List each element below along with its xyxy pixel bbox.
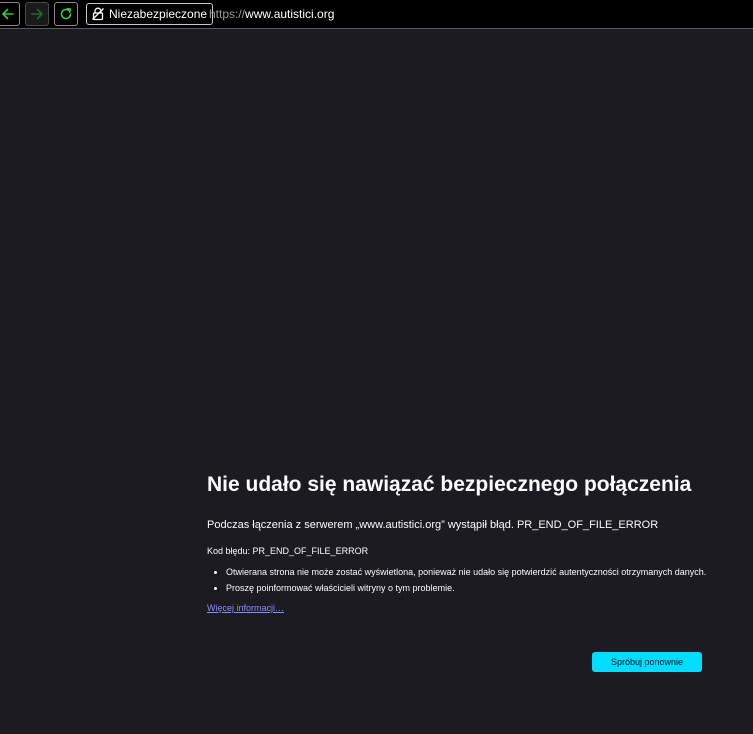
reload-icon xyxy=(59,7,73,21)
list-item: Proszę poinformować właścicieli witryny … xyxy=(226,582,707,594)
try-again-button[interactable]: Spróbuj ponownie xyxy=(592,652,702,672)
url-scheme: https:// xyxy=(209,7,246,21)
url-host: www.autistici.org xyxy=(245,7,335,21)
browser-toolbar: Niezabezpieczone https://www.autistici.o… xyxy=(0,0,753,29)
security-label: Niezabezpieczone xyxy=(109,7,208,21)
list-item: Otwierana strona nie może zostać wyświet… xyxy=(226,566,707,578)
error-title: Nie udało się nawiązać bezpiecznego połą… xyxy=(207,473,692,496)
learn-more-link[interactable]: Więcej informacji… xyxy=(207,602,284,614)
reload-button[interactable] xyxy=(54,2,78,26)
security-indicator[interactable]: Niezabezpieczone xyxy=(86,3,214,25)
error-description: Podczas łączenia z serwerem „www.autisti… xyxy=(207,519,659,531)
error-code: Kod błędu: PR_END_OF_FILE_ERROR xyxy=(207,546,369,556)
back-button[interactable] xyxy=(0,2,20,26)
error-details-list: Otwierana strona nie może zostać wyświet… xyxy=(207,566,707,594)
insecure-lock-icon xyxy=(91,7,105,21)
arrow-left-icon xyxy=(1,7,15,21)
url-bar[interactable]: https://www.autistici.org xyxy=(209,7,334,21)
error-page: Nie udało się nawiązać bezpiecznego połą… xyxy=(207,472,707,616)
forward-button[interactable] xyxy=(25,2,49,26)
arrow-right-icon xyxy=(30,7,44,21)
